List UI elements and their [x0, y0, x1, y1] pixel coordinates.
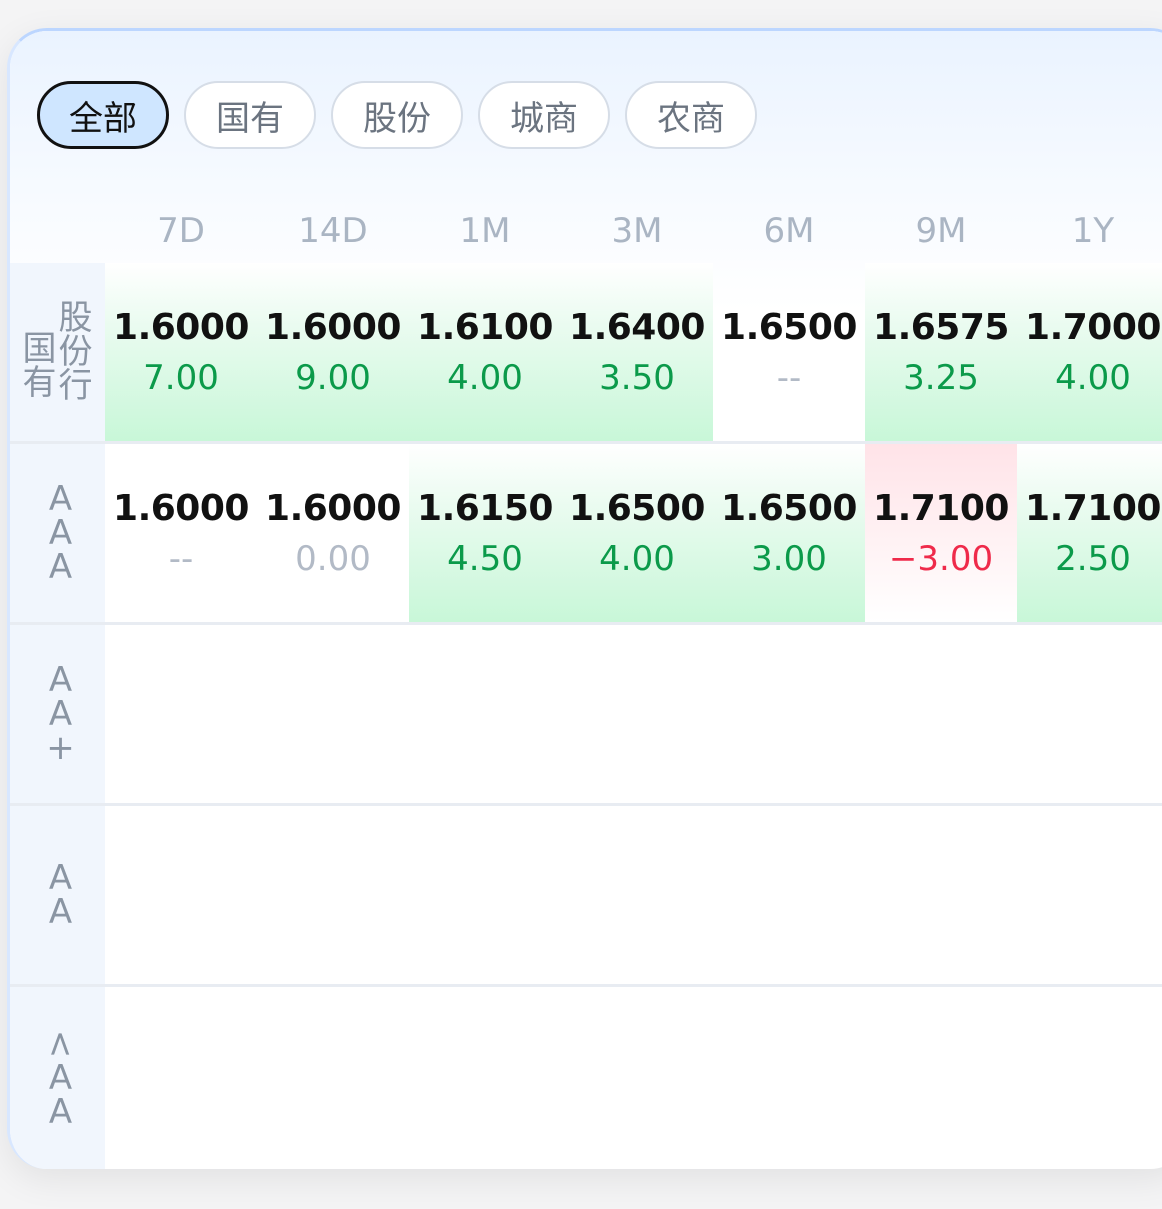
rate-change: 9.00: [295, 357, 371, 398]
row-label-char: A: [48, 513, 73, 553]
bank-type-tabs: 全部 国有 股份 城商 农商: [37, 81, 757, 149]
row-label-char: A: [48, 660, 73, 700]
row-label-char: A: [48, 1092, 73, 1132]
table-row-state-joint: 国 有 股 份 行 1.6000 7.00 1.6000 9.00 1.6100…: [10, 263, 1162, 444]
row-label-char: 行: [58, 366, 93, 406]
rate-value: 1.6150: [417, 487, 553, 529]
rate-change: 4.00: [1055, 357, 1131, 398]
rate-change: 4.50: [447, 538, 523, 579]
rate-cell[interactable]: 1.7000 4.00: [1017, 263, 1162, 441]
row-label-char: <: [40, 1029, 81, 1059]
rate-cell[interactable]: 1.6575 3.25: [865, 263, 1017, 441]
row-label-char: 国: [22, 329, 57, 369]
rate-cell[interactable]: 1.7100 −3.00: [865, 444, 1017, 622]
rate-cell[interactable]: 1.6500 4.00: [561, 444, 713, 622]
period-header-3m: 3M: [611, 211, 663, 251]
rate-cell[interactable]: 1.6150 4.50: [409, 444, 561, 622]
rate-value: 1.7100: [873, 487, 1009, 529]
rate-cell[interactable]: 1.6100 4.00: [409, 263, 561, 441]
rate-value: 1.6500: [721, 487, 857, 529]
rate-value: 1.6000: [113, 487, 249, 529]
row-label-char: A: [48, 858, 73, 898]
rate-cell[interactable]: 1.6000 9.00: [257, 263, 409, 441]
period-header-1m: 1M: [459, 211, 511, 251]
rate-cell[interactable]: 1.6400 3.50: [561, 263, 713, 441]
rate-value: 1.6575: [873, 306, 1009, 348]
tab-all[interactable]: 全部: [37, 81, 169, 149]
tab-city-commercial[interactable]: 城商: [478, 81, 610, 149]
rate-cell[interactable]: 1.6500 --: [713, 263, 865, 441]
tab-rural-commercial[interactable]: 农商: [625, 81, 757, 149]
rate-change: 4.00: [599, 538, 675, 579]
row-label-char: A: [48, 547, 73, 587]
rate-value: 1.7100: [1025, 487, 1161, 529]
rate-change: 2.50: [1055, 538, 1131, 579]
tab-state-owned[interactable]: 国有: [184, 81, 316, 149]
row-label-char: A: [48, 892, 73, 932]
row-label: A A +: [10, 625, 105, 803]
rate-value: 1.6000: [113, 306, 249, 348]
rate-value: 1.6500: [569, 487, 705, 529]
rate-cell[interactable]: 1.6000 0.00: [257, 444, 409, 622]
row-label-char: A: [48, 1058, 73, 1098]
rate-cell[interactable]: 1.7100 2.50: [1017, 444, 1162, 622]
period-header-6m: 6M: [763, 211, 815, 251]
period-header-7d: 7D: [157, 211, 205, 251]
rate-card: 全部 国有 股份 城商 农商 7D 14D 1M 3M 6M 9M 1Y 国 有…: [7, 28, 1162, 1169]
rate-change: 4.00: [447, 357, 523, 398]
period-header: 7D 14D 1M 3M 6M 9M 1Y: [105, 201, 1162, 261]
rate-change: 7.00: [143, 357, 219, 398]
rate-change: 3.00: [751, 538, 827, 579]
row-label: A A A: [10, 444, 105, 622]
row-label-char: +: [46, 728, 75, 768]
rate-cell[interactable]: 1.6500 3.00: [713, 444, 865, 622]
rate-value: 1.6400: [569, 306, 705, 348]
tab-joint-stock[interactable]: 股份: [331, 81, 463, 149]
table-row-aaa: A A A 1.6000 -- 1.6000 0.00 1.6150 4.50 …: [10, 444, 1162, 625]
period-header-9m: 9M: [915, 211, 967, 251]
rate-value: 1.6000: [265, 487, 401, 529]
rate-value: 1.6100: [417, 306, 553, 348]
table-row-aa-plus: A A +: [10, 625, 1162, 806]
row-label-char: 有: [22, 363, 57, 403]
period-header-14d: 14D: [298, 211, 368, 251]
rate-value: 1.7000: [1025, 306, 1161, 348]
rate-value: 1.6000: [265, 306, 401, 348]
row-label: < A A: [10, 987, 105, 1169]
rate-change: --: [168, 538, 194, 579]
row-label-char: 股: [58, 298, 93, 338]
rate-change: 0.00: [295, 538, 371, 579]
period-header-1y: 1Y: [1071, 211, 1115, 251]
row-label-char: 份: [58, 332, 93, 372]
rate-change: 3.25: [903, 357, 979, 398]
rate-change: 3.50: [599, 357, 675, 398]
table-row-below-aa: < A A: [10, 987, 1162, 1169]
rate-change: --: [776, 357, 802, 398]
rate-cell[interactable]: 1.6000 7.00: [105, 263, 257, 441]
row-label: A A: [10, 806, 105, 984]
rate-cell[interactable]: 1.6000 --: [105, 444, 257, 622]
rate-change: −3.00: [888, 538, 994, 579]
rate-value: 1.6500: [721, 306, 857, 348]
row-label: 国 有 股 份 行: [10, 263, 105, 441]
row-label-char: A: [48, 694, 73, 734]
table-row-aa: A A: [10, 806, 1162, 987]
row-label-char: A: [48, 479, 73, 519]
